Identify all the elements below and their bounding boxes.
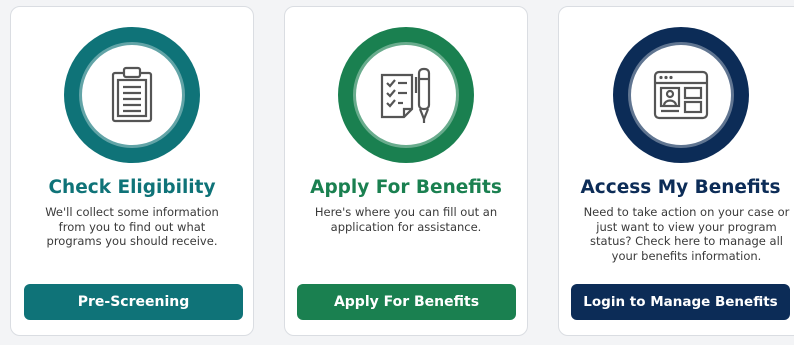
- icon-ring: [612, 27, 749, 163]
- card-title: Check Eligibility: [48, 177, 216, 198]
- card-title: Access My Benefits: [580, 177, 781, 198]
- clipboard-icon: [111, 66, 153, 123]
- card-title: Apply For Benefits: [310, 177, 502, 198]
- card-check-eligibility: Check Eligibility We'll collect some inf…: [10, 6, 254, 336]
- card-access-my-benefits: Access My Benefits Need to take action o…: [558, 6, 794, 336]
- checklist-pen-icon: [380, 67, 431, 123]
- apply-for-benefits-button[interactable]: Apply For Benefits: [297, 284, 516, 320]
- card-description: We'll collect some information from you …: [45, 205, 219, 248]
- card-apply-for-benefits: Apply For Benefits Here's where you can …: [284, 6, 528, 336]
- icon-ring: [64, 27, 200, 163]
- card-description: Need to take action on your case or just…: [583, 205, 790, 263]
- icon-ring: [338, 27, 474, 163]
- profile-window-icon: [653, 70, 708, 120]
- pre-screening-button[interactable]: Pre-Screening: [24, 284, 243, 320]
- login-to-manage-benefits-button[interactable]: Login to Manage Benefits: [571, 284, 790, 320]
- card-description: Here's where you can fill out an applica…: [314, 205, 498, 234]
